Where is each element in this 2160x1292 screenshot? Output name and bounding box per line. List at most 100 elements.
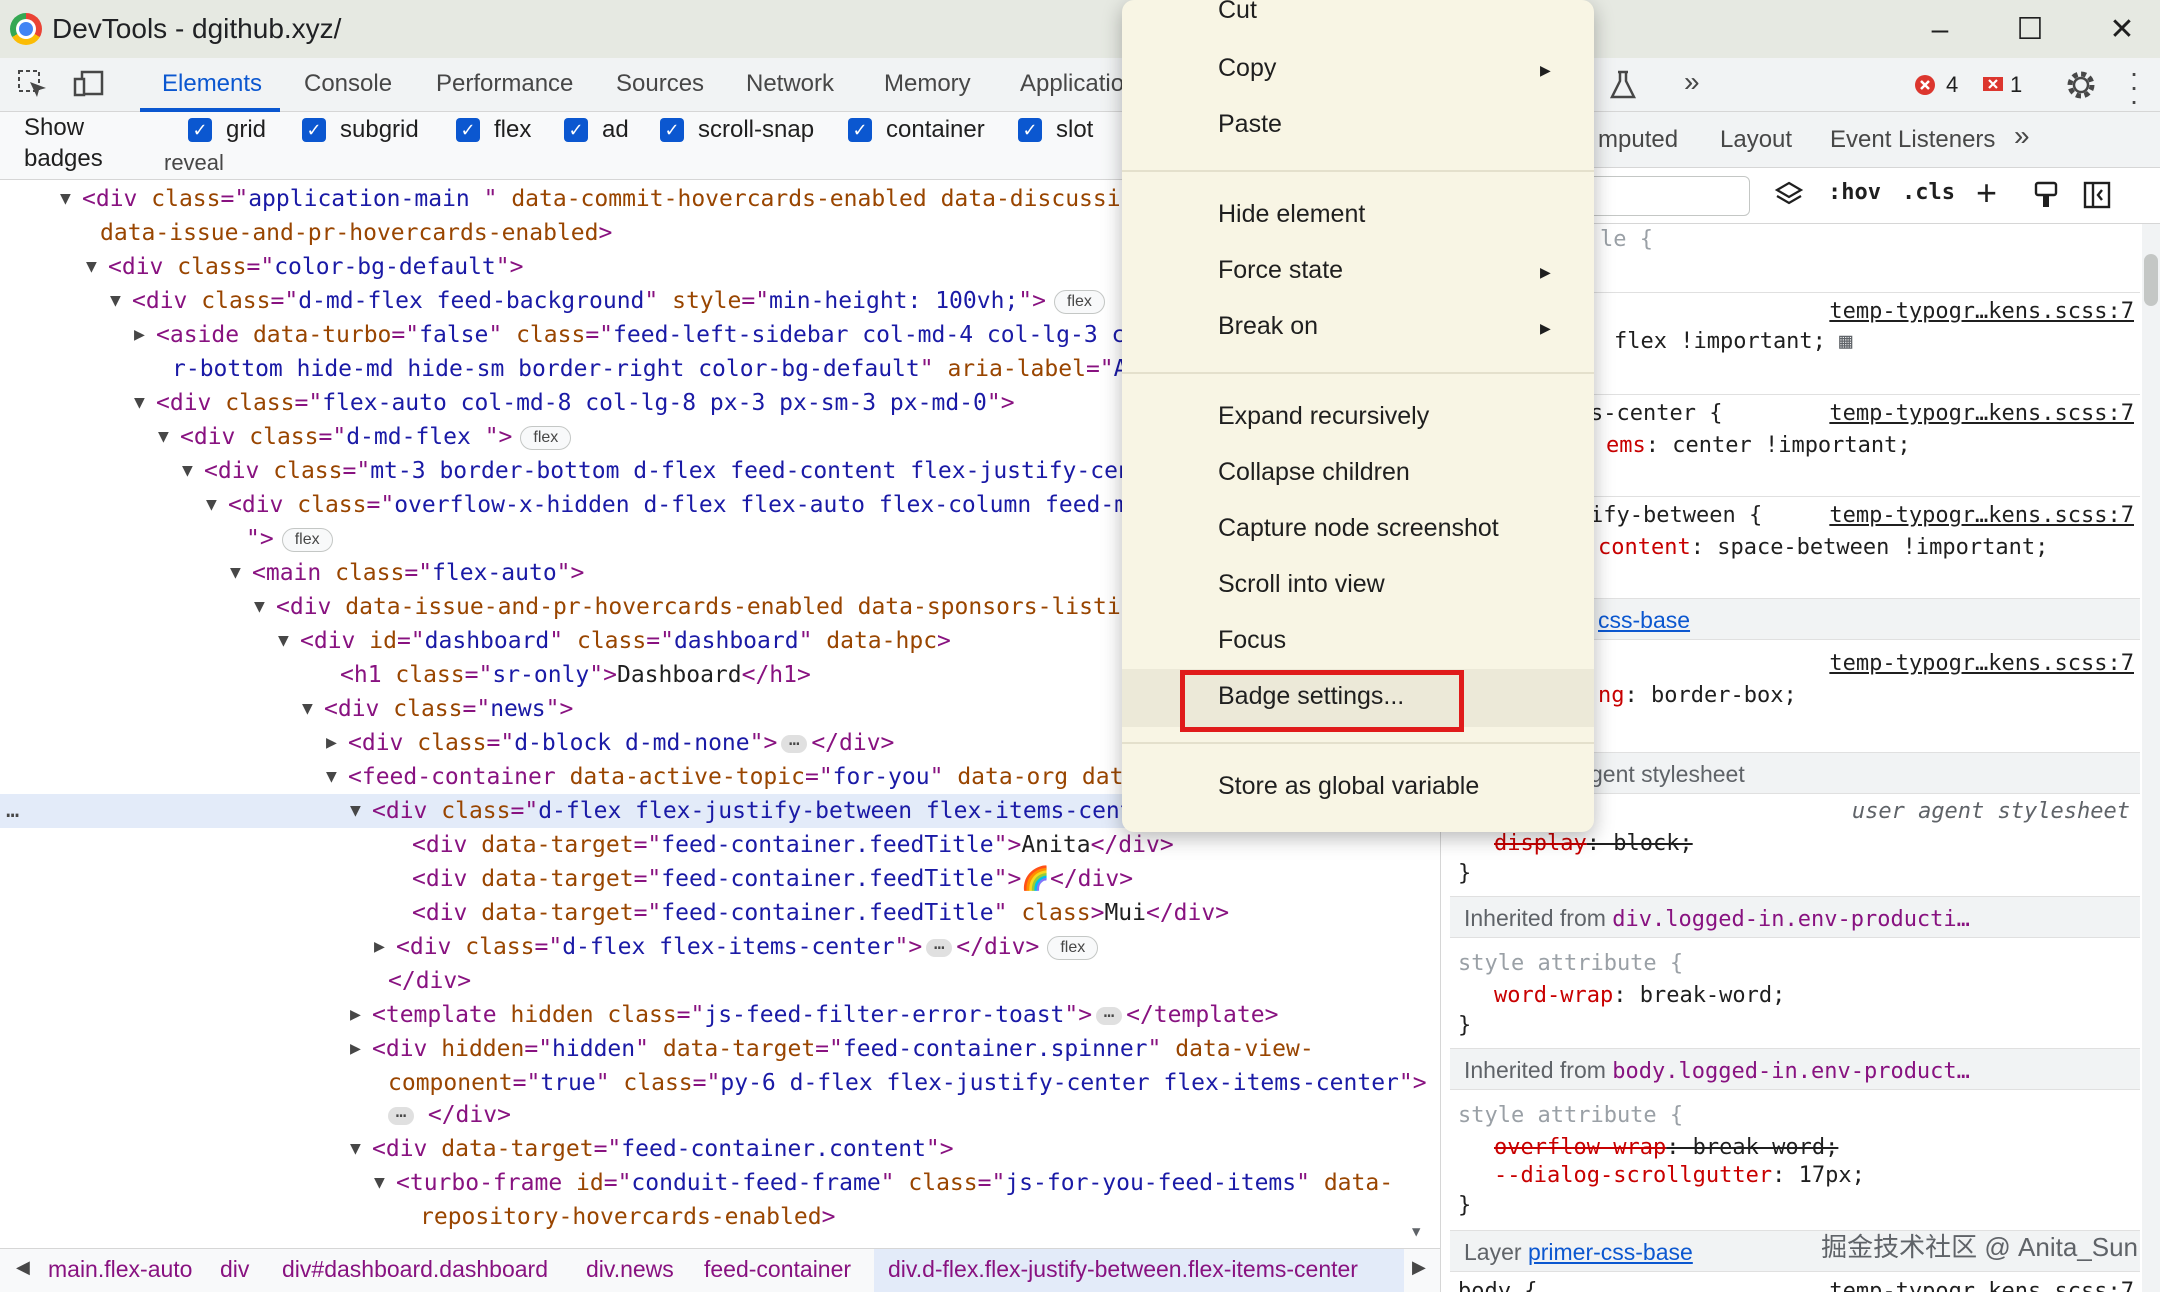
tab-sources[interactable]: Sources bbox=[616, 70, 704, 98]
node-actions-icon[interactable]: … bbox=[6, 794, 19, 828]
layers-icon[interactable] bbox=[1774, 180, 1804, 210]
flex-badge[interactable]: flex bbox=[1054, 289, 1105, 314]
expand-arrow-down-icon[interactable]: ▼ bbox=[254, 590, 272, 624]
tree-row[interactable]: ▶ <template hidden class="js-feed-filter-… bbox=[0, 998, 1420, 1032]
tab-console[interactable]: Console bbox=[304, 70, 392, 98]
expand-arrow-right-icon[interactable]: ▶ bbox=[326, 726, 344, 760]
tree-row[interactable]: ▶ <div hidden="hidden" data-target="feed-… bbox=[0, 1032, 1420, 1066]
expand-arrow-down-icon[interactable]: ▼ bbox=[350, 1132, 368, 1166]
scrollbar-thumb[interactable] bbox=[2144, 254, 2158, 306]
kebab-menu-icon[interactable]: · · · bbox=[2128, 59, 2140, 115]
menu-item-copy[interactable]: Copy bbox=[1218, 54, 1276, 83]
flex-badge[interactable]: flex bbox=[520, 425, 572, 450]
tab-performance[interactable]: Performance bbox=[436, 70, 573, 98]
expand-arrow-down-icon[interactable]: ▼ bbox=[86, 250, 104, 284]
tree-row[interactable]: ▶ <div class="d-flex flex-items-center">…… bbox=[0, 930, 1420, 964]
ellipsis-expand-icon[interactable]: … bbox=[1096, 1002, 1123, 1025]
new-style-rule-icon[interactable]: + bbox=[1976, 172, 1997, 214]
breadcrumb-item[interactable]: div#dashboard.dashboard bbox=[282, 1256, 548, 1283]
issue-count[interactable]: 1 bbox=[2010, 72, 2022, 98]
stylesheet-link[interactable]: temp-typogr…kens.scss:7 bbox=[1829, 398, 2134, 430]
tab-elements[interactable]: Elements bbox=[162, 70, 262, 98]
stylesheet-link[interactable]: temp-typogr…kens.scss:7 bbox=[1829, 296, 2134, 328]
tree-row[interactable]: <div data-target="feed-container.feedTit… bbox=[0, 862, 1420, 896]
toggle-sidebar-icon[interactable] bbox=[2082, 180, 2112, 210]
expand-arrow-right-icon[interactable]: ▶ bbox=[374, 930, 392, 964]
tree-row[interactable]: <div data-target="feed-container.feedTit… bbox=[0, 896, 1420, 930]
badge-checkbox-scroll-snap[interactable]: ✓ scroll-snap bbox=[660, 116, 814, 144]
minimize-button[interactable]: – bbox=[1920, 10, 1960, 50]
breadcrumb-item[interactable]: main.flex-auto bbox=[48, 1256, 192, 1283]
more-tabs-icon[interactable]: » bbox=[2014, 120, 2030, 152]
tab-memory[interactable]: Memory bbox=[884, 70, 971, 98]
expand-arrow-down-icon[interactable]: ▼ bbox=[182, 454, 200, 488]
expand-arrow-right-icon[interactable]: ▶ bbox=[350, 998, 368, 1032]
menu-item-capture-node-screenshot[interactable]: Capture node screenshot bbox=[1218, 514, 1499, 543]
expand-arrow-down-icon[interactable]: ▼ bbox=[230, 556, 248, 590]
menu-item-focus[interactable]: Focus bbox=[1218, 626, 1286, 655]
tree-row[interactable]: … </div> bbox=[0, 1098, 1420, 1132]
stylesheet-link[interactable]: temp-typogr…kens.scss:7 bbox=[1829, 648, 2134, 680]
menu-item-scroll-into-view[interactable]: Scroll into view bbox=[1218, 570, 1385, 599]
stylesheet-link[interactable]: temp-typogr…kens.scss:7 bbox=[1829, 1276, 2134, 1292]
styles-scrollbar[interactable] bbox=[2142, 224, 2160, 1292]
tree-row[interactable]: repository-hovercards-enabled> bbox=[0, 1200, 1420, 1234]
issue-icon[interactable] bbox=[1982, 76, 2004, 94]
tree-row[interactable]: <div data-target="feed-container.feedTit… bbox=[0, 828, 1420, 862]
breadcrumb-item[interactable]: div.news bbox=[586, 1256, 674, 1283]
badge-checkbox-subgrid[interactable]: ✓ subgrid bbox=[302, 116, 419, 144]
breadcrumb-item[interactable]: feed-container bbox=[704, 1256, 851, 1283]
expand-arrow-down-icon[interactable]: ▼ bbox=[374, 1166, 392, 1200]
tab-layout[interactable]: Layout bbox=[1720, 126, 1792, 154]
cls-toggle[interactable]: .cls bbox=[1902, 180, 1955, 205]
ellipsis-expand-icon[interactable]: … bbox=[926, 934, 953, 957]
expand-arrow-down-icon[interactable]: ▼ bbox=[326, 760, 344, 794]
badge-checkbox-ad[interactable]: ✓ ad bbox=[564, 116, 629, 144]
maximize-button[interactable]: ☐ bbox=[2010, 10, 2050, 50]
expand-arrow-down-icon[interactable]: ▼ bbox=[60, 182, 78, 216]
breadcrumb-item[interactable]: div bbox=[220, 1256, 249, 1283]
ellipsis-expand-icon[interactable]: … bbox=[781, 730, 808, 753]
flex-editor-icon[interactable]: ▦ bbox=[1839, 329, 1852, 354]
menu-item-store-as-global-variable[interactable]: Store as global variable bbox=[1218, 772, 1479, 801]
badge-checkbox-grid[interactable]: ✓ grid bbox=[188, 116, 266, 144]
scroll-down-arrow-icon[interactable]: ▼ bbox=[1412, 1224, 1420, 1240]
tab-network[interactable]: Network bbox=[746, 70, 834, 98]
more-tabs-icon[interactable]: » bbox=[1684, 66, 1700, 98]
stylesheet-link[interactable]: temp-typogr…kens.scss:7 bbox=[1829, 500, 2134, 532]
expand-arrow-down-icon[interactable]: ▼ bbox=[206, 488, 224, 522]
badge-checkbox-flex[interactable]: ✓ flex bbox=[456, 116, 531, 144]
tab-event-listeners[interactable]: Event Listeners bbox=[1830, 126, 1995, 154]
close-button[interactable]: ✕ bbox=[2102, 10, 2142, 50]
menu-item-break-on[interactable]: Break on bbox=[1218, 312, 1318, 341]
menu-item-paste[interactable]: Paste bbox=[1218, 110, 1282, 139]
breadcrumb-left-arrow-icon[interactable]: ◀ bbox=[16, 1257, 30, 1278]
menu-item-cut[interactable]: Cut bbox=[1218, 0, 1257, 25]
tree-row[interactable]: </div> bbox=[0, 964, 1420, 998]
breadcrumb-item-current[interactable]: div.d-flex.flex-justify-between.flex-ite… bbox=[888, 1256, 1358, 1283]
ellipsis-expand-icon[interactable]: … bbox=[388, 1102, 414, 1125]
tree-row[interactable]: ▼ <div data-target="feed-container.conten… bbox=[0, 1132, 1420, 1166]
flask-icon[interactable] bbox=[1606, 68, 1640, 102]
settings-gear-icon[interactable] bbox=[2064, 68, 2098, 102]
paint-brush-icon[interactable] bbox=[2032, 180, 2060, 210]
flex-badge[interactable]: flex bbox=[1047, 935, 1099, 960]
menu-item-hide-element[interactable]: Hide element bbox=[1218, 200, 1365, 229]
hov-toggle[interactable]: :hov bbox=[1828, 180, 1881, 205]
tree-row[interactable]: ▼ <turbo-frame id="conduit-feed-frame" cl… bbox=[0, 1166, 1420, 1200]
badge-checkbox-container[interactable]: ✓ container bbox=[848, 116, 985, 144]
inspect-element-icon[interactable] bbox=[16, 68, 50, 102]
menu-item-force-state[interactable]: Force state bbox=[1218, 256, 1343, 285]
expand-arrow-down-icon[interactable]: ▼ bbox=[278, 624, 296, 658]
expand-arrow-right-icon[interactable]: ▶ bbox=[350, 1032, 368, 1066]
flex-badge[interactable]: flex bbox=[281, 527, 333, 552]
expand-arrow-down-icon[interactable]: ▼ bbox=[134, 386, 152, 420]
badge-checkbox-slot[interactable]: ✓ slot bbox=[1018, 116, 1093, 144]
device-toolbar-icon[interactable] bbox=[72, 68, 106, 102]
breadcrumb-right-arrow-icon[interactable]: ▶ bbox=[1412, 1257, 1426, 1278]
expand-arrow-down-icon[interactable]: ▼ bbox=[110, 284, 128, 318]
expand-arrow-down-icon[interactable]: ▼ bbox=[302, 692, 320, 726]
tab-computed[interactable]: mputed bbox=[1598, 126, 1678, 154]
tab-application[interactable]: Applicatio bbox=[1020, 70, 1124, 98]
menu-item-expand-recursively[interactable]: Expand recursively bbox=[1218, 402, 1429, 431]
